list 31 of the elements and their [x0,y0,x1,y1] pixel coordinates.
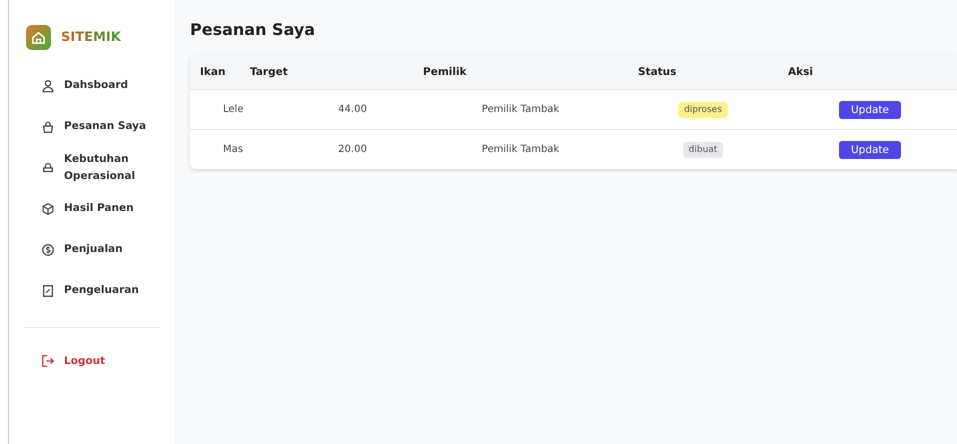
update-button[interactable]: Update [838,140,902,158]
column-header: Target [249,66,289,78]
sidebar-item[interactable]: Pengeluaran [64,282,139,299]
home-logo-icon [26,24,51,50]
logout-link[interactable]: Logout [64,355,106,367]
table-cell: Pemilik Tambak [482,144,560,155]
sidebar-item[interactable]: Kebutuhan Operasional [64,150,154,184]
table-cell: Pemilik Tambak [482,104,560,115]
column-header: Pemilik [422,66,468,78]
column-header: Ikan [199,66,226,78]
sidebar-item[interactable]: Hasil Panen [64,200,134,217]
column-header: Aksi [787,66,814,78]
sidebar-item[interactable]: Pesanan Saya [64,118,146,135]
column-header: Status [637,66,678,78]
page-title: Pesanan Saya [190,20,316,39]
status-badge: dibuat [682,142,724,158]
logout-icon [41,354,55,368]
user-icon [41,78,55,92]
sidebar-item[interactable]: Penjualan [64,241,123,258]
brand-name: SITEMIK [61,30,121,44]
table-cell: Mas [223,144,243,155]
box-icon [41,202,55,216]
status-badge: diproses [678,102,728,118]
bag-icon [41,120,55,134]
table-cell: Lele [223,104,244,115]
receipt-icon [41,284,55,298]
table-cell: 44.00 [338,104,367,115]
sidebar-item[interactable]: Dahsboard [64,77,128,94]
table-cell: 20.00 [338,144,367,155]
update-button[interactable]: Update [838,100,902,118]
coin-icon [41,242,55,256]
